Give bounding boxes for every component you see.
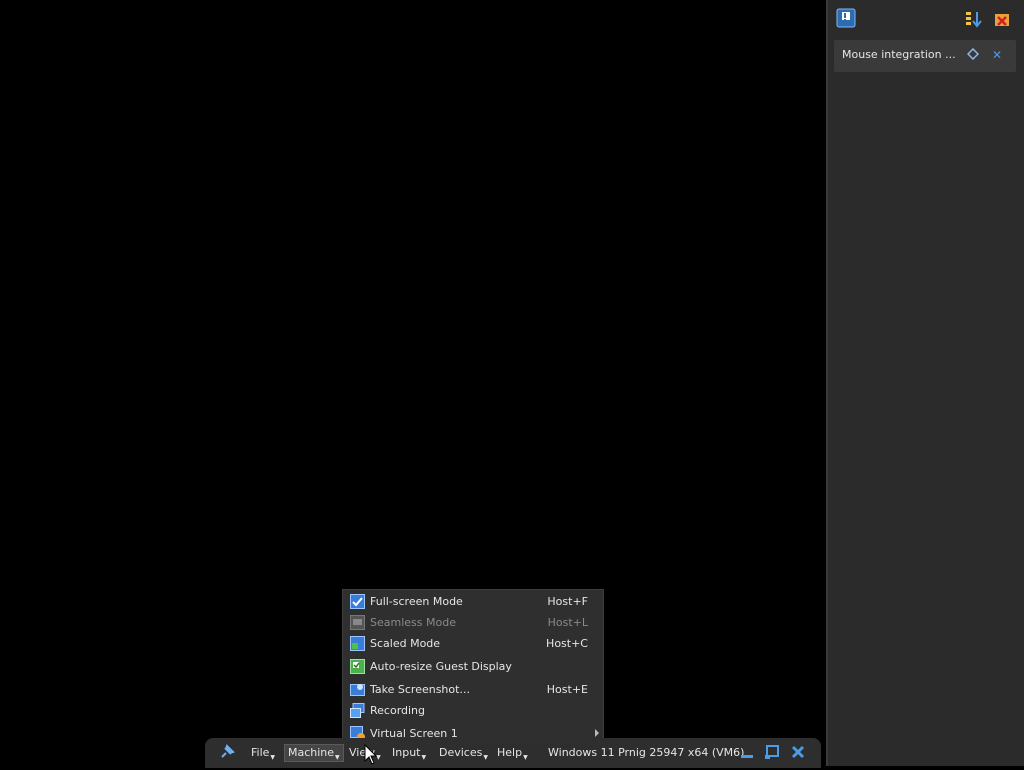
menu-item-label: Auto-resize Guest Display <box>370 660 512 673</box>
notification-message-text: Mouse integration ... <box>842 48 956 61</box>
sort-icon[interactable] <box>964 10 984 30</box>
seamless-icon <box>350 615 365 630</box>
menu-item-shortcut: Host+C <box>546 637 588 650</box>
menu-item-take-screenshot[interactable]: Take Screenshot... Host+E <box>343 680 603 700</box>
menu-devices[interactable]: Devices▼ <box>436 745 491 761</box>
menu-help[interactable]: Help▼ <box>494 745 531 761</box>
menu-label: Devices <box>439 746 483 759</box>
menu-label: Help <box>497 746 523 759</box>
menu-item-label: Seamless Mode <box>370 616 456 629</box>
clear-all-icon[interactable] <box>992 10 1012 30</box>
menu-item-shortcut: Host+L <box>547 616 588 629</box>
menu-item-label: Recording <box>370 704 426 717</box>
notification-center-panel: Mouse integration ... ✕ <box>826 0 1024 766</box>
menu-item-scaled-mode[interactable]: Scaled Mode Host+C <box>343 634 603 654</box>
minimize-icon[interactable] <box>739 744 755 760</box>
menu-item-label: Full-screen Mode <box>370 595 463 608</box>
mouse-cursor-icon <box>364 743 378 766</box>
screenshot-icon <box>350 682 365 697</box>
submenu-arrow-icon <box>595 729 599 737</box>
menu-label: File <box>251 746 270 759</box>
menu-label: Input <box>392 746 421 759</box>
menu-machine[interactable]: Machine▼ <box>284 744 344 762</box>
recording-icon <box>350 703 365 718</box>
menu-item-label: Take Screenshot... <box>370 683 470 696</box>
menu-label: Machine <box>288 746 335 759</box>
menu-item-auto-resize[interactable]: Auto-resize Guest Display <box>343 657 603 677</box>
menu-item-shortcut: Host+E <box>546 683 588 696</box>
menu-item-seamless-mode: Seamless Mode Host+L <box>343 613 603 633</box>
mini-toolbar: File▼ Machine▼ View▼ Input▼ Devices▼ Hel… <box>205 738 821 768</box>
close-message-icon[interactable]: ✕ <box>990 48 1004 62</box>
restore-icon[interactable] <box>764 744 780 760</box>
menu-item-recording[interactable]: Recording <box>343 701 603 721</box>
menu-item-full-screen-mode[interactable]: Full-screen Mode Host+F <box>343 592 603 612</box>
menu-item-shortcut: Host+F <box>547 595 588 608</box>
notification-message[interactable]: Mouse integration ... ✕ <box>834 40 1016 72</box>
pin-icon[interactable] <box>219 744 235 760</box>
menu-item-label: Scaled Mode <box>370 637 441 650</box>
view-menu: Full-screen Mode Host+F Seamless Mode Ho… <box>342 589 604 743</box>
close-icon[interactable] <box>790 744 806 760</box>
scaled-icon <box>350 636 365 651</box>
vm-title: Windows 11 Prnig 25947 x64 (VM6) <box>548 746 745 759</box>
menu-input[interactable]: Input▼ <box>389 745 429 761</box>
pin-message-icon[interactable] <box>966 47 980 62</box>
menu-file[interactable]: File▼ <box>248 745 278 761</box>
auto-resize-icon <box>350 659 365 674</box>
fullscreen-icon <box>350 594 365 609</box>
notification-icon[interactable] <box>836 8 856 28</box>
